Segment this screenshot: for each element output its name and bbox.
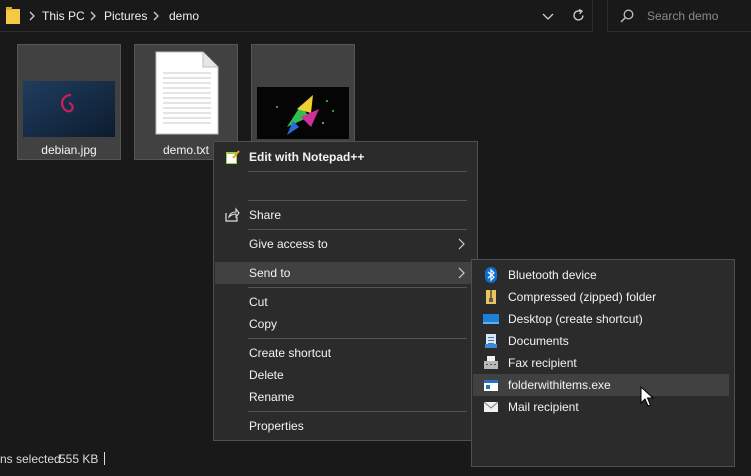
submenu-item-label: Fax recipient — [508, 356, 577, 370]
menu-item-delete[interactable]: Delete — [215, 364, 477, 386]
menu-item-label: Create shortcut — [249, 346, 332, 360]
menu-separator — [248, 411, 467, 412]
menu-item-rename[interactable]: Rename — [215, 386, 477, 408]
menu-item-label: Send to — [249, 266, 291, 280]
chevron-right-icon — [90, 11, 96, 21]
chevron-right-icon — [458, 238, 465, 250]
menu-item-label: Share — [249, 208, 282, 222]
menu-item-label: Cut — [249, 295, 268, 309]
menu-item-create-shortcut[interactable]: Create shortcut — [215, 342, 477, 364]
menu-item-properties[interactable]: Properties — [215, 415, 477, 437]
menu-item-copy[interactable]: Copy — [215, 313, 477, 335]
menu-item-label: Copy — [249, 317, 278, 331]
context-menu: Edit with Notepad++ Share Give access to… — [213, 141, 478, 441]
send-to-mail[interactable]: Mail recipient — [473, 396, 729, 418]
zip-folder-icon — [486, 290, 496, 304]
submenu-item-label: Documents — [508, 334, 569, 348]
breadcrumb-this-pc[interactable]: This PC — [42, 9, 85, 23]
colorful-bird-thumbnail — [257, 87, 349, 139]
menu-item-cut[interactable]: Cut — [215, 291, 477, 313]
menu-item-share[interactable]: Share — [215, 204, 477, 226]
menu-separator — [248, 287, 467, 288]
menu-item-send-to[interactable]: Send to — [215, 262, 477, 284]
search-input[interactable]: Search demo — [647, 9, 718, 23]
notepadpp-icon — [226, 150, 240, 164]
send-to-submenu: Bluetooth device Compressed (zipped) fol… — [471, 259, 735, 467]
menu-separator — [248, 229, 467, 230]
fax-icon — [484, 356, 498, 369]
file-name: debian.jpg — [41, 143, 97, 157]
refresh-icon[interactable] — [571, 8, 586, 23]
send-to-documents[interactable]: Documents — [473, 330, 729, 352]
menu-item-label: Give access to — [249, 237, 328, 251]
status-size: 555 KB — [59, 452, 99, 466]
share-icon — [225, 207, 240, 222]
chevron-right-icon — [153, 11, 159, 21]
chevron-down-icon[interactable] — [542, 11, 554, 21]
desktop-icon — [483, 314, 499, 324]
send-to-bluetooth[interactable]: Bluetooth device — [473, 264, 729, 286]
send-to-folderwithitems[interactable]: folderwithitems.exe — [473, 374, 729, 396]
submenu-item-label: Desktop (create shortcut) — [508, 312, 643, 326]
search-box[interactable]: Search demo — [607, 0, 751, 32]
mouse-cursor-icon — [640, 386, 654, 407]
send-to-zip[interactable]: Compressed (zipped) folder — [473, 286, 729, 308]
bluetooth-icon — [485, 267, 497, 283]
status-selection: ns selected — [0, 452, 61, 466]
menu-item-label: Edit with Notepad++ — [249, 150, 365, 164]
menu-item-label: Rename — [249, 390, 295, 404]
submenu-item-label: folderwithitems.exe — [508, 378, 611, 392]
breadcrumb-demo[interactable]: demo — [169, 9, 199, 23]
breadcrumb-pictures[interactable]: Pictures — [104, 9, 147, 23]
menu-item-label: Delete — [249, 368, 284, 382]
submenu-item-label: Bluetooth device — [508, 268, 597, 282]
submenu-item-label: Mail recipient — [508, 400, 579, 414]
file-item-debian[interactable]: debian.jpg — [17, 44, 121, 160]
menu-separator — [248, 200, 467, 201]
folder-icon — [6, 7, 20, 24]
menu-separator — [248, 171, 467, 172]
exe-icon — [484, 380, 498, 391]
documents-icon — [485, 334, 497, 348]
address-bar[interactable]: This PC Pictures demo — [0, 0, 593, 32]
submenu-item-label: Compressed (zipped) folder — [508, 290, 657, 304]
status-divider — [104, 452, 105, 465]
menu-item-give-access[interactable]: Give access to — [215, 233, 477, 255]
chevron-right-icon — [458, 267, 465, 279]
search-icon — [620, 9, 634, 23]
debian-logo-thumbnail — [23, 81, 115, 137]
mail-icon — [483, 401, 499, 412]
send-to-fax[interactable]: Fax recipient — [473, 352, 729, 374]
chevron-right-icon — [29, 11, 35, 21]
send-to-desktop[interactable]: Desktop (create shortcut) — [473, 308, 729, 330]
text-document-thumbnail — [155, 51, 219, 135]
menu-separator — [248, 338, 467, 339]
menu-item-edit-notepadpp[interactable]: Edit with Notepad++ — [215, 146, 477, 168]
menu-item-label: Properties — [249, 419, 304, 433]
